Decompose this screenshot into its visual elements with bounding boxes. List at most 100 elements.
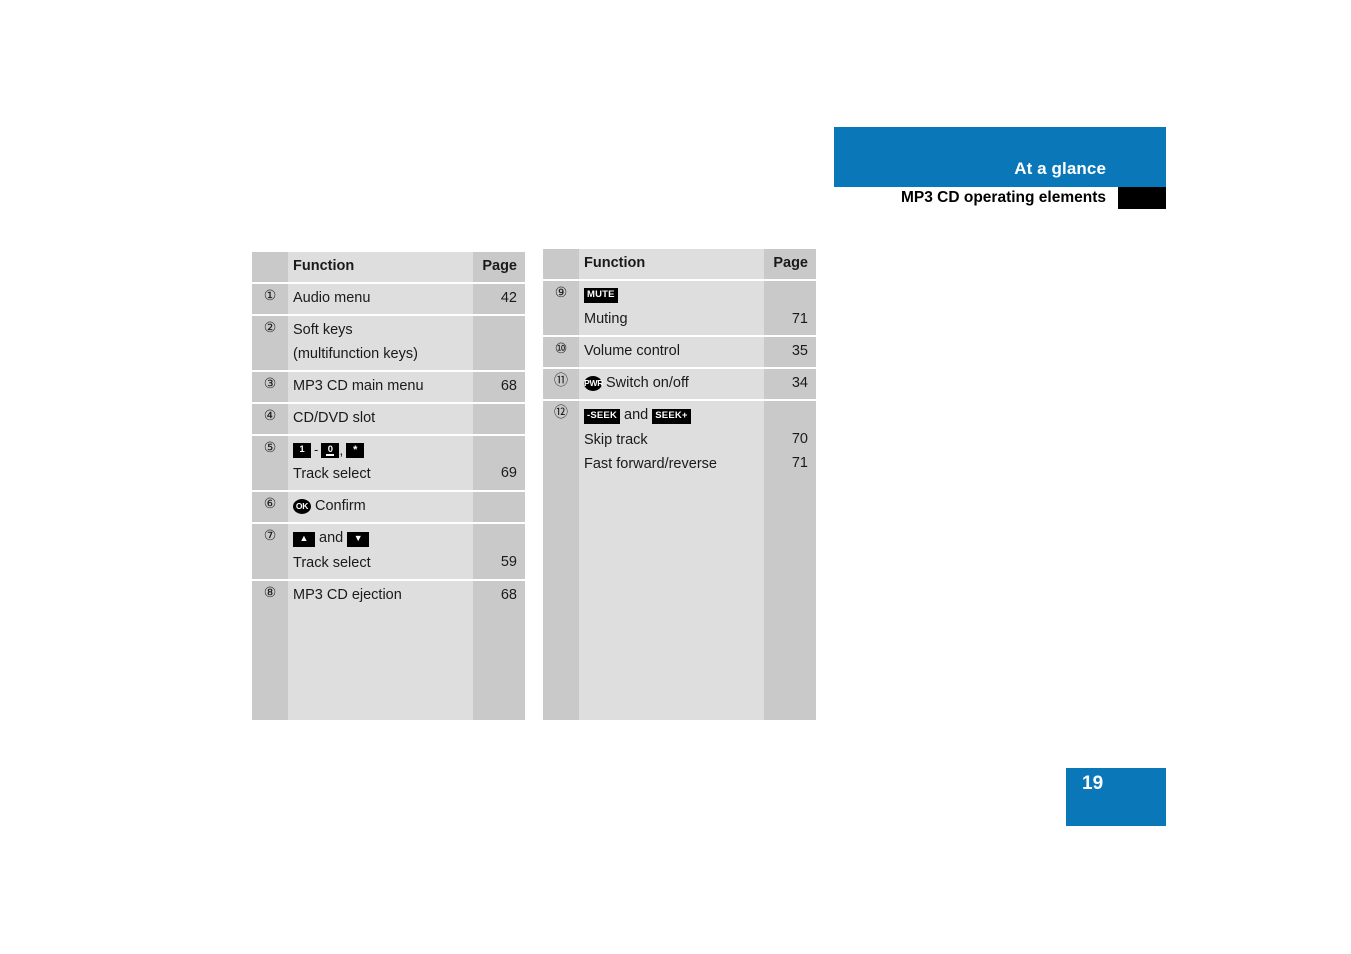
row-function-line2: Track select (293, 555, 371, 572)
row-number: ④ (252, 403, 288, 434)
operating-elements-table-left: Function Page ① Audio menu 42 ② Soft key… (252, 252, 525, 720)
empty-number-column (543, 479, 579, 720)
row-page: 34 (764, 368, 816, 400)
row-page: 42 (473, 283, 525, 314)
arrow-up-icon: ▲ (293, 531, 315, 547)
row-function: CD/DVD slot (288, 403, 473, 434)
column-header-number (252, 252, 288, 282)
page-number: 19 (1082, 773, 1104, 794)
column-header-page: Page (764, 249, 816, 279)
mute-key-icon: MUTE (584, 287, 618, 303)
table-row: ② Soft keys (multifunction keys) (252, 315, 525, 372)
table-row: ⑦ ▲ and ▼ Track select 59 (252, 524, 525, 582)
row-number: ⑫ (543, 401, 579, 480)
column-header-function: Function (288, 252, 473, 282)
seek-plus-icon: SEEK+ (652, 408, 691, 424)
row-function: Soft keys (multifunction keys) (288, 315, 473, 370)
row-page-spacer (764, 284, 808, 308)
table-row: ⑪ PWR Switch on/off 34 (543, 368, 816, 402)
row-function: -SEEK and SEEK+ Skip track Fast forward/re… (579, 401, 764, 480)
row-function-line3: Fast forward/reverse (584, 456, 717, 473)
seek-key-glyph-group: -SEEK and SEEK+ (584, 404, 764, 429)
table-row: ① Audio menu 42 (252, 283, 525, 316)
row-page-value: 59 (500, 554, 517, 571)
row-page (473, 403, 525, 434)
empty-function-column (579, 479, 764, 720)
row-page-value-2: 70 (791, 431, 808, 448)
row-page-value: 71 (791, 310, 808, 327)
column-header-number (543, 249, 579, 279)
key-star-icon: * (346, 442, 365, 458)
separator-comma: , (339, 441, 344, 458)
empty-page-column (764, 479, 816, 720)
row-page: 69 (473, 435, 525, 490)
table-header-row: Function Page (543, 249, 816, 281)
table-row: ③ MP3 CD main menu 68 (252, 371, 525, 404)
row-page: 35 (764, 336, 816, 367)
row-function: MUTE Muting (579, 280, 764, 335)
table-row: ⑨ MUTE Muting 71 (543, 280, 816, 337)
row-number: ② (252, 315, 288, 370)
column-header-function: Function (579, 249, 764, 279)
table-row: ⑥ OK Confirm (252, 491, 525, 525)
row-page (473, 491, 525, 523)
row-function: 1-0, * Track select (288, 435, 473, 490)
empty-number-column (252, 611, 288, 720)
row-function-line2: Skip track (584, 432, 648, 449)
row-number: ⑤ (252, 435, 288, 490)
table-row: ⑫ -SEEK and SEEK+ Skip track Fast forward/… (543, 401, 816, 480)
arrow-key-glyph-group: ▲ and ▼ (293, 527, 473, 552)
empty-page-column (473, 611, 525, 720)
row-function-line2: (multifunction keys) (293, 345, 418, 362)
row-number: ⑥ (252, 491, 288, 523)
empty-function-column (288, 611, 473, 720)
ok-key-icon: OK (293, 499, 311, 515)
row-function: OK Confirm (288, 491, 473, 523)
row-page-value-3: 71 (791, 455, 808, 472)
table-empty-area (252, 611, 525, 720)
row-number: ⑩ (543, 336, 579, 367)
row-function: MP3 CD main menu (288, 371, 473, 402)
row-page: 70 71 (764, 401, 816, 480)
mute-key-glyph-group: MUTE (584, 284, 764, 308)
row-number: ⑨ (543, 280, 579, 335)
row-function: Volume control (579, 336, 764, 367)
joiner-and: and (624, 407, 649, 424)
row-page: 68 (473, 581, 525, 612)
thumb-index-marker (1118, 187, 1166, 209)
table-empty-area (543, 479, 816, 720)
key-1-icon: 1 (293, 442, 311, 458)
row-page-spacer (473, 527, 517, 551)
table-row: ⑧ MP3 CD ejection 68 (252, 581, 525, 612)
key-0-underbar-icon (326, 454, 335, 456)
row-number: ⑧ (252, 581, 288, 612)
table-row: ④ CD/DVD slot (252, 403, 525, 436)
table-row: ⑩ Volume control 35 (543, 336, 816, 369)
row-page: 59 (473, 524, 525, 580)
ok-key-glyph-group: OK Confirm (293, 498, 366, 515)
table-row: ⑤ 1-0, * Track select 69 (252, 435, 525, 492)
table-header-row: Function Page (252, 252, 525, 284)
range-dash: - (314, 442, 319, 458)
key-0-icon: 0 (321, 442, 340, 458)
row-number: ① (252, 283, 288, 314)
row-function: PWR Switch on/off (579, 368, 764, 400)
operating-elements-table-right: Function Page ⑨ MUTE Muting 71 ⑩ Volume … (543, 249, 816, 720)
row-function: MP3 CD ejection (288, 581, 473, 612)
row-function: Audio menu (288, 283, 473, 314)
row-function-line1: Soft keys (293, 321, 353, 338)
header-blue-band: At a glance (834, 127, 1166, 187)
row-page: 71 (764, 280, 816, 335)
seek-minus-icon: -SEEK (584, 408, 621, 424)
page-number-badge: 19 (1066, 768, 1166, 826)
section-title: MP3 CD operating elements (901, 189, 1106, 206)
power-key-icon: PWR (584, 376, 603, 392)
row-function-label: Confirm (315, 497, 366, 514)
row-page (473, 315, 525, 370)
digit-key-glyph-group: 1-0, * (293, 439, 473, 463)
page-title: At a glance (1014, 159, 1106, 178)
row-function-line2: Muting (584, 310, 628, 327)
row-page: 68 (473, 371, 525, 402)
arrow-down-icon: ▼ (347, 531, 370, 547)
row-page-spacer (764, 404, 808, 428)
